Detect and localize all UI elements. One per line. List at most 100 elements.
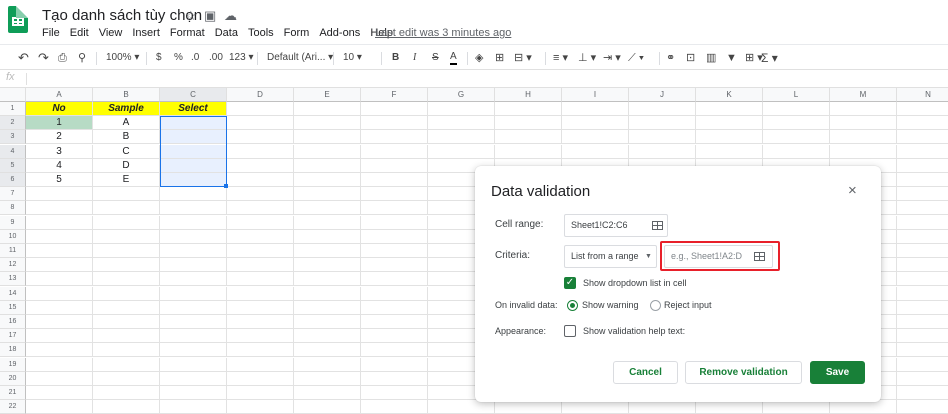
- empty-cell[interactable]: [160, 187, 227, 202]
- empty-cell[interactable]: [629, 130, 696, 145]
- empty-cell[interactable]: [361, 315, 428, 329]
- column-header[interactable]: J: [629, 88, 696, 102]
- formula-bar[interactable]: [0, 70, 948, 88]
- empty-cell[interactable]: [294, 371, 361, 386]
- text-color-button[interactable]: A: [450, 50, 457, 65]
- empty-cell[interactable]: [495, 102, 562, 116]
- empty-cell[interactable]: [763, 400, 830, 414]
- empty-cell[interactable]: [93, 286, 160, 301]
- menu-form[interactable]: Form: [284, 27, 310, 39]
- empty-cell[interactable]: [361, 272, 428, 287]
- increase-decimal-button[interactable]: .00: [209, 50, 223, 66]
- header-cell[interactable]: No: [26, 102, 93, 116]
- empty-cell[interactable]: [26, 315, 93, 329]
- empty-cell[interactable]: [227, 102, 294, 116]
- empty-cell[interactable]: [361, 371, 428, 386]
- row-header[interactable]: 17: [0, 329, 26, 344]
- empty-cell[interactable]: [26, 229, 93, 244]
- filter-icon[interactable]: ▼: [726, 50, 737, 66]
- empty-cell[interactable]: [361, 244, 428, 258]
- empty-cell[interactable]: [830, 102, 897, 116]
- empty-cell[interactable]: [160, 244, 227, 258]
- empty-cell[interactable]: [294, 130, 361, 145]
- data-cell[interactable]: 2: [26, 130, 93, 145]
- row-header[interactable]: 14: [0, 286, 26, 301]
- empty-cell[interactable]: [897, 230, 948, 244]
- insert-chart-icon[interactable]: ▥: [706, 50, 716, 66]
- empty-cell[interactable]: [629, 102, 696, 116]
- empty-cell[interactable]: [227, 144, 294, 159]
- empty-cell[interactable]: [160, 229, 227, 244]
- empty-cell[interactable]: [562, 400, 629, 414]
- empty-cell[interactable]: [897, 386, 948, 400]
- empty-cell[interactable]: [361, 258, 428, 273]
- column-header[interactable]: H: [495, 88, 562, 102]
- empty-cell[interactable]: [361, 400, 428, 414]
- row-header[interactable]: 1: [0, 102, 26, 116]
- vertical-align-icon[interactable]: ⊥ ▾: [578, 50, 596, 66]
- empty-cell[interactable]: [160, 272, 227, 287]
- empty-cell[interactable]: [26, 400, 93, 414]
- empty-cell[interactable]: [629, 116, 696, 131]
- empty-cell[interactable]: [361, 300, 428, 315]
- empty-cell[interactable]: [897, 358, 948, 372]
- empty-cell[interactable]: [763, 130, 830, 145]
- data-cell[interactable]: [160, 158, 227, 173]
- borders-icon[interactable]: ⊞: [495, 50, 504, 66]
- italic-button[interactable]: I: [413, 50, 416, 66]
- empty-cell[interactable]: [361, 329, 428, 344]
- empty-cell[interactable]: [629, 400, 696, 414]
- text-rotate-icon[interactable]: ⟋ ▾: [628, 50, 644, 66]
- column-header[interactable]: A: [26, 88, 93, 102]
- bold-button[interactable]: B: [392, 50, 399, 66]
- empty-cell[interactable]: [495, 400, 562, 414]
- column-header[interactable]: F: [361, 88, 428, 102]
- row-header[interactable]: 10: [0, 229, 26, 244]
- empty-cell[interactable]: [93, 258, 160, 273]
- empty-cell[interactable]: [897, 329, 948, 344]
- select-range-icon[interactable]: [652, 221, 663, 230]
- empty-cell[interactable]: [26, 187, 93, 202]
- data-cell[interactable]: [160, 116, 227, 131]
- column-header[interactable]: B: [93, 88, 160, 102]
- empty-cell[interactable]: [361, 343, 428, 358]
- empty-cell[interactable]: [294, 173, 361, 187]
- decrease-decimal-button[interactable]: .0: [191, 50, 199, 66]
- empty-cell[interactable]: [830, 130, 897, 145]
- show-warning-radio[interactable]: [567, 300, 578, 311]
- empty-cell[interactable]: [361, 229, 428, 244]
- save-button[interactable]: Save: [810, 361, 865, 384]
- empty-cell[interactable]: [897, 315, 948, 329]
- merge-cells-icon[interactable]: ⊟ ▾: [514, 50, 532, 66]
- empty-cell[interactable]: [897, 343, 948, 358]
- empty-cell[interactable]: [160, 201, 227, 216]
- empty-cell[interactable]: [160, 371, 227, 386]
- row-header[interactable]: 20: [0, 371, 26, 386]
- empty-cell[interactable]: [227, 158, 294, 173]
- empty-cell[interactable]: [897, 272, 948, 287]
- row-header[interactable]: 4: [0, 144, 26, 159]
- font-size-select[interactable]: 10 ▾: [343, 50, 362, 66]
- empty-cell[interactable]: [26, 300, 93, 315]
- empty-cell[interactable]: [26, 386, 93, 400]
- empty-cell[interactable]: [93, 244, 160, 258]
- empty-cell[interactable]: [93, 229, 160, 244]
- row-header[interactable]: 2: [0, 116, 26, 131]
- empty-cell[interactable]: [428, 144, 495, 159]
- empty-cell[interactable]: [294, 215, 361, 230]
- empty-cell[interactable]: [227, 130, 294, 145]
- document-title[interactable]: Tạo danh sách tùy chọn: [42, 7, 202, 24]
- empty-cell[interactable]: [160, 300, 227, 315]
- column-header[interactable]: C: [160, 88, 227, 102]
- data-cell[interactable]: A: [93, 116, 160, 131]
- remove-validation-button[interactable]: Remove validation: [685, 361, 802, 384]
- empty-cell[interactable]: [93, 343, 160, 358]
- empty-cell[interactable]: [696, 400, 763, 414]
- menu-data[interactable]: Data: [215, 27, 238, 39]
- empty-cell[interactable]: [160, 343, 227, 358]
- empty-cell[interactable]: [227, 329, 294, 344]
- row-header[interactable]: 16: [0, 315, 26, 329]
- empty-cell[interactable]: [294, 343, 361, 358]
- empty-cell[interactable]: [227, 272, 294, 287]
- empty-cell[interactable]: [495, 130, 562, 145]
